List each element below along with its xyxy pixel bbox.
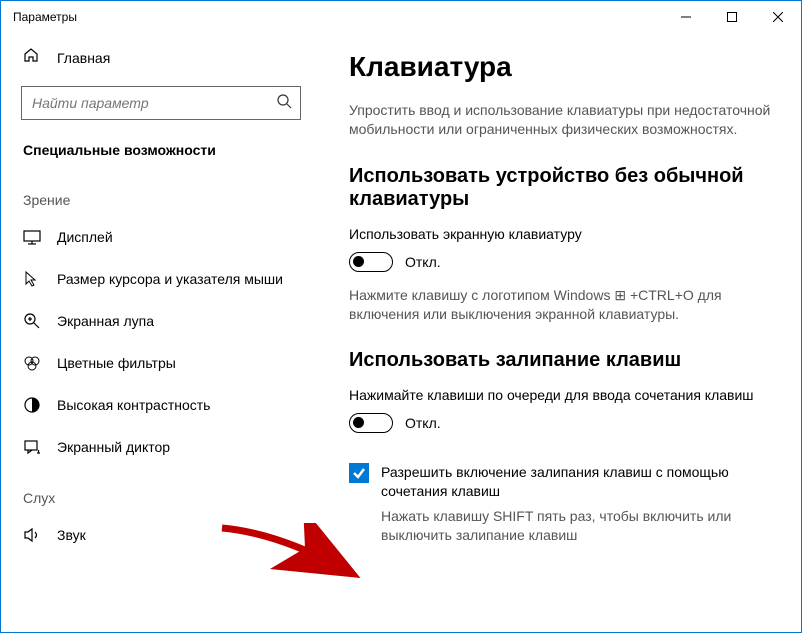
search-input[interactable] xyxy=(32,95,276,111)
main-panel: Клавиатура Упростить ввод и использовани… xyxy=(321,33,801,632)
nav-cursor-size[interactable]: Размер курсора и указателя мыши xyxy=(1,258,321,300)
osk-toggle-row: Откл. xyxy=(349,252,773,272)
page-title: Клавиатура xyxy=(349,51,773,83)
sticky-toggle[interactable] xyxy=(349,413,393,433)
narrator-icon xyxy=(23,438,41,456)
sticky-toggle-state: Откл. xyxy=(405,415,441,431)
section-heading-sticky: Использовать залипание клавиш xyxy=(349,349,773,372)
section-heading-osk: Использовать устройство без обычной клав… xyxy=(349,165,773,211)
sound-icon xyxy=(23,526,41,544)
subcategory-hearing: Слух xyxy=(1,468,321,514)
category-header: Специальные возможности xyxy=(1,134,321,170)
maximize-button[interactable] xyxy=(709,1,755,33)
nav-label: Экранная лупа xyxy=(57,313,154,329)
nav-display[interactable]: Дисплей xyxy=(1,216,321,258)
nav-magnifier[interactable]: Экранная лупа xyxy=(1,300,321,342)
subcategory-vision: Зрение xyxy=(1,170,321,216)
sticky-label: Нажимайте клавиши по очереди для ввода с… xyxy=(349,386,773,405)
sticky-toggle-row: Откл. xyxy=(349,413,773,433)
nav-label: Цветные фильтры xyxy=(57,355,176,371)
close-button[interactable] xyxy=(755,1,801,33)
nav-high-contrast[interactable]: Высокая контрастность xyxy=(1,384,321,426)
sidebar: Главная Специальные возможности Зрение Д… xyxy=(1,33,321,632)
title-bar: Параметры xyxy=(1,1,801,33)
nav-label: Высокая контрастность xyxy=(57,397,210,413)
nav-label: Звук xyxy=(57,527,86,543)
search-icon xyxy=(276,93,292,114)
nav-label: Экранный диктор xyxy=(57,439,170,455)
minimize-button[interactable] xyxy=(663,1,709,33)
home-icon xyxy=(23,47,39,68)
nav-label: Дисплей xyxy=(57,229,113,245)
nav-narrator[interactable]: Экранный диктор xyxy=(1,426,321,468)
color-filter-icon xyxy=(23,354,41,372)
home-nav[interactable]: Главная xyxy=(1,37,321,78)
windows-logo-icon: ⊞ xyxy=(614,287,626,303)
sticky-shortcut-checkbox[interactable] xyxy=(349,463,369,483)
nav-label: Размер курсора и указателя мыши xyxy=(57,271,283,287)
osk-label: Использовать экранную клавиатуру xyxy=(349,225,773,244)
display-icon xyxy=(23,228,41,246)
window-title: Параметры xyxy=(13,10,77,24)
nav-color-filters[interactable]: Цветные фильтры xyxy=(1,342,321,384)
window-controls xyxy=(663,1,801,33)
contrast-icon xyxy=(23,396,41,414)
sticky-shortcut-label: Разрешить включение залипания клавиш с п… xyxy=(381,463,773,501)
search-box[interactable] xyxy=(21,86,301,120)
sticky-shortcut-hint: Нажать клавишу SHIFT пять раз, чтобы вкл… xyxy=(381,507,773,545)
osk-hint: Нажмите клавишу с логотипом Windows ⊞ +C… xyxy=(349,286,773,324)
sticky-shortcut-row: Разрешить включение залипания клавиш с п… xyxy=(349,463,773,501)
nav-sound[interactable]: Звук xyxy=(1,514,321,544)
home-label: Главная xyxy=(57,50,110,66)
page-description: Упростить ввод и использование клавиатур… xyxy=(349,101,773,139)
osk-toggle-state: Откл. xyxy=(405,254,441,270)
magnifier-icon xyxy=(23,312,41,330)
osk-toggle[interactable] xyxy=(349,252,393,272)
cursor-icon xyxy=(23,270,41,288)
